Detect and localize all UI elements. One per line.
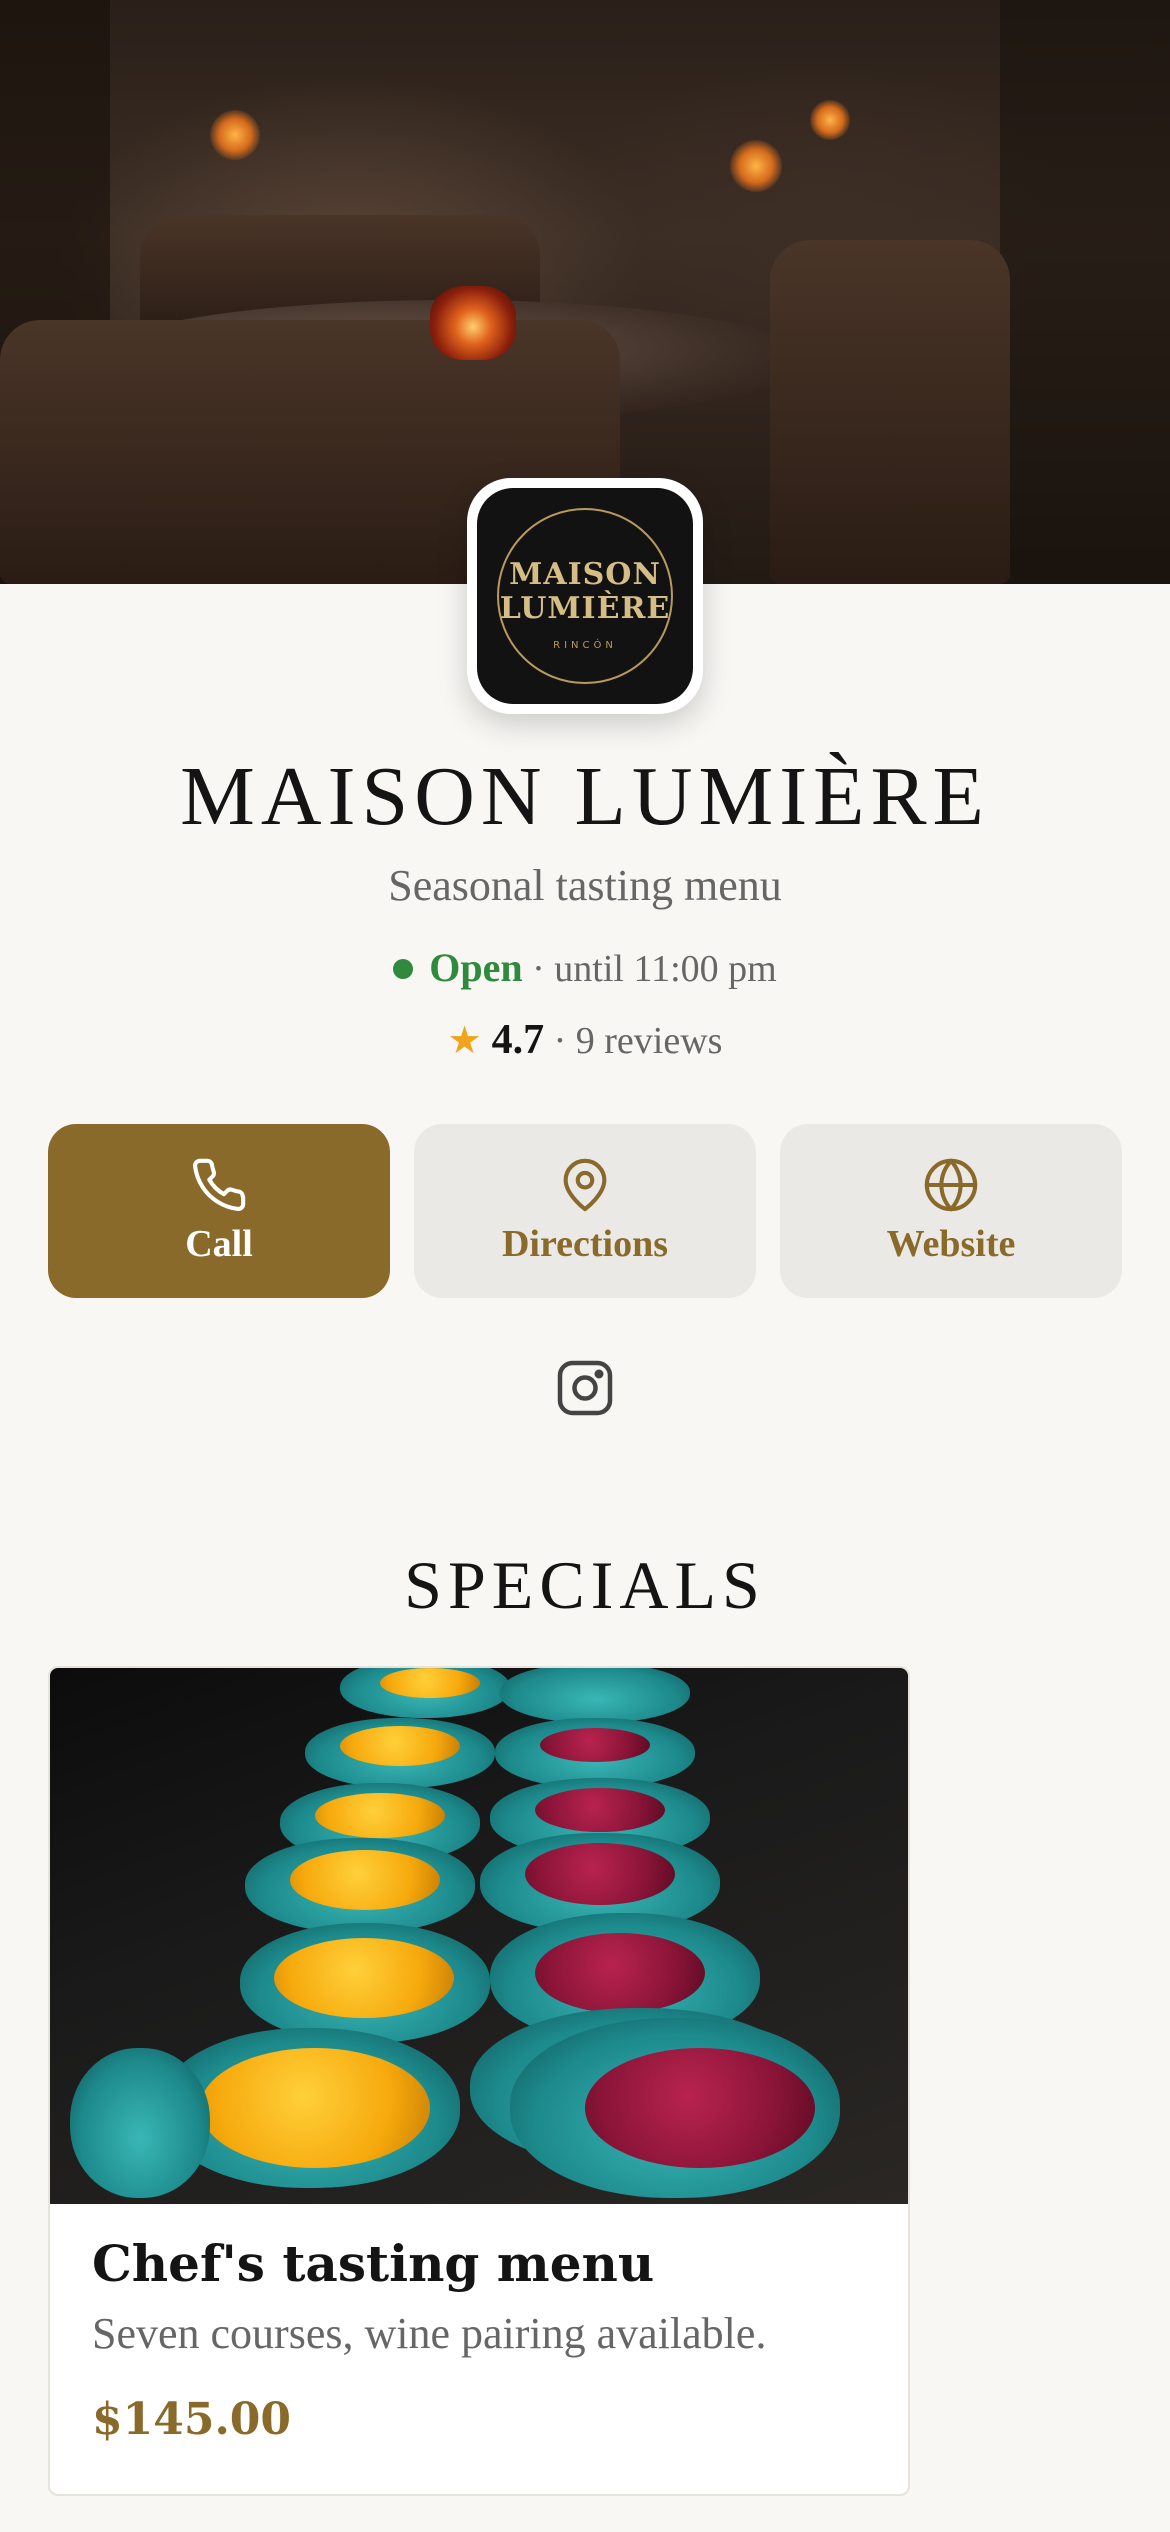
directions-button[interactable]: Directions	[414, 1124, 756, 1298]
special-price: $145.00	[92, 2394, 292, 2445]
call-button[interactable]: Call	[48, 1124, 390, 1298]
action-buttons: Call Directions Website	[48, 1124, 1122, 1298]
rating-summary[interactable]: ★ 4.7 · 9 reviews	[0, 1016, 1170, 1064]
status-dot-icon	[393, 959, 414, 980]
logo-subtext: RINCÓN	[553, 640, 617, 651]
special-card[interactable]: Chef's tasting menu Seven courses, wine …	[48, 1666, 910, 2496]
globe-icon	[924, 1158, 978, 1212]
restaurant-name: MAISON LUMIÈRE	[180, 750, 990, 843]
phone-icon	[193, 1158, 246, 1211]
rating-score: 4.7	[491, 1017, 545, 1063]
open-status: Open · until 11:00 pm	[0, 944, 1170, 991]
special-description: Seven courses, wine pairing available.	[92, 2309, 767, 2358]
status-open-label: Open	[429, 945, 523, 990]
logo-line-2: LUMIÈRE	[499, 591, 671, 626]
review-count: · 9 reviews	[553, 1020, 723, 1062]
instagram-icon[interactable]	[555, 1358, 615, 1418]
status-hours: · until 11:00 pm	[532, 948, 777, 990]
specials-heading: SPECIALS	[404, 1547, 766, 1623]
restaurant-logo: MAISON LUMIÈRE RINCÓN	[467, 478, 703, 714]
star-icon: ★	[447, 1020, 482, 1062]
website-button[interactable]: Website	[780, 1124, 1122, 1298]
logo-line-1: MAISON	[509, 557, 661, 592]
call-button-label: Call	[185, 1223, 253, 1265]
directions-button-label: Directions	[501, 1223, 669, 1265]
website-button-label: Website	[886, 1223, 1016, 1265]
special-title: Chef's tasting menu	[92, 2234, 655, 2293]
map-pin-icon	[563, 1158, 607, 1212]
restaurant-tagline: Seasonal tasting menu	[388, 861, 782, 910]
special-image	[50, 1668, 908, 2204]
